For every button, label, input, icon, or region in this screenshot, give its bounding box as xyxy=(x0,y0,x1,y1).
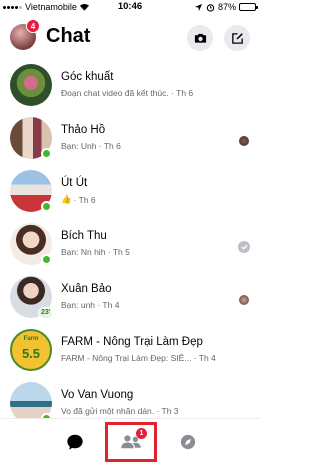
profile-notification-badge: 4 xyxy=(26,19,40,33)
chat-preview-text: Bạn: Nn hih · Th 5 xyxy=(61,247,130,257)
chat-name: Bích Thu xyxy=(61,230,107,242)
chat-preview: Đoạn chat video đã kết thúc. · Th 6 xyxy=(61,88,193,98)
chat-preview: Vo đã gửi một nhãn dán. · Th 3 xyxy=(61,406,179,416)
battery-percent: 87% xyxy=(217,2,236,12)
camera-button[interactable] xyxy=(187,25,213,51)
status-right: 87% xyxy=(194,2,258,12)
alarm-icon xyxy=(206,3,215,12)
compass-icon xyxy=(180,434,196,449)
chat-row[interactable]: 23' Xuân Bảo Bạn: unh · Th 4 xyxy=(0,272,260,325)
location-icon xyxy=(194,3,203,11)
chat-row[interactable]: Góc khuất Đoạn chat video đã kết thúc. ·… xyxy=(0,60,260,113)
chat-preview: Bạn: Unh · Th 6 xyxy=(61,141,121,151)
seen-avatar xyxy=(239,295,249,305)
chat-preview-text: · Th 6 xyxy=(73,194,96,205)
page-title: Chat xyxy=(46,25,91,47)
nav-discover-tab[interactable] xyxy=(168,419,208,463)
chat-name: Xuân Bảo xyxy=(61,283,112,295)
online-indicator xyxy=(41,254,52,265)
chat-preview: Bạn: unh · Th 4 xyxy=(61,300,119,310)
chat-row[interactable]: Farm 5.5 FARM - Nông Trại Làm Đẹp FARM -… xyxy=(0,325,260,378)
chat-name: Góc khuất xyxy=(61,71,114,83)
chat-avatar xyxy=(10,64,52,106)
chat-preview-text: Bạn: Unh · Th 6 xyxy=(61,141,121,151)
chat-name: Út Út xyxy=(61,177,88,189)
new-message-button[interactable] xyxy=(224,25,250,51)
people-notification-badge: 1 xyxy=(136,428,147,439)
active-time-badge: 23' xyxy=(38,307,54,319)
chat-avatar: Farm 5.5 xyxy=(10,329,52,371)
thumbs-up-icon: 👍 xyxy=(61,194,72,204)
compose-icon xyxy=(231,32,243,44)
chat-row[interactable]: Út Út 👍 · Th 6 xyxy=(0,166,260,219)
nav-people-tab[interactable]: 1 xyxy=(105,422,157,462)
chat-preview-text: Đoạn chat video đã kết thúc. · Th 6 xyxy=(61,88,194,98)
chat-bubble-icon xyxy=(67,434,83,450)
chat-preview-text: Bạn: unh · Th 4 xyxy=(61,300,120,310)
chat-preview: Bạn: Nn hih · Th 5 xyxy=(61,247,130,257)
status-bar: Vietnamobile 10:46 87% xyxy=(0,0,260,14)
chat-preview: FARM - Nông Trại Làm Đẹp: SIÊ... · Th 4 xyxy=(61,353,216,363)
chat-name: Vo Van Vuong xyxy=(61,389,134,401)
chat-preview: 👍 · Th 6 xyxy=(61,194,96,205)
header: 4 Chat xyxy=(0,16,260,60)
nav-chats-tab[interactable] xyxy=(55,419,95,463)
avatar-logo-text: 5.5 xyxy=(21,346,41,361)
chat-name: Thảo Hồ xyxy=(61,124,106,136)
online-indicator xyxy=(41,201,52,212)
chat-list: Góc khuất Đoạn chat video đã kết thúc. ·… xyxy=(0,60,260,431)
avatar-logo-label: Farm xyxy=(23,336,39,342)
delivered-check-icon xyxy=(238,241,250,253)
battery-icon xyxy=(239,3,258,11)
chat-row[interactable]: Thảo Hồ Bạn: Unh · Th 6 xyxy=(0,113,260,166)
chat-name: FARM - Nông Trại Làm Đẹp xyxy=(61,336,203,348)
chat-preview-text: Vo đã gửi một nhãn dán. · Th 3 xyxy=(61,406,179,416)
camera-icon xyxy=(194,33,206,43)
chat-preview-text: FARM - Nông Trại Làm Đẹp: SIÊ... · Th 4 xyxy=(61,353,216,363)
online-indicator xyxy=(41,148,52,159)
bottom-navigation: 1 xyxy=(0,418,260,463)
seen-avatar xyxy=(239,136,249,146)
chat-row[interactable]: Bích Thu Bạn: Nn hih · Th 5 xyxy=(0,219,260,272)
